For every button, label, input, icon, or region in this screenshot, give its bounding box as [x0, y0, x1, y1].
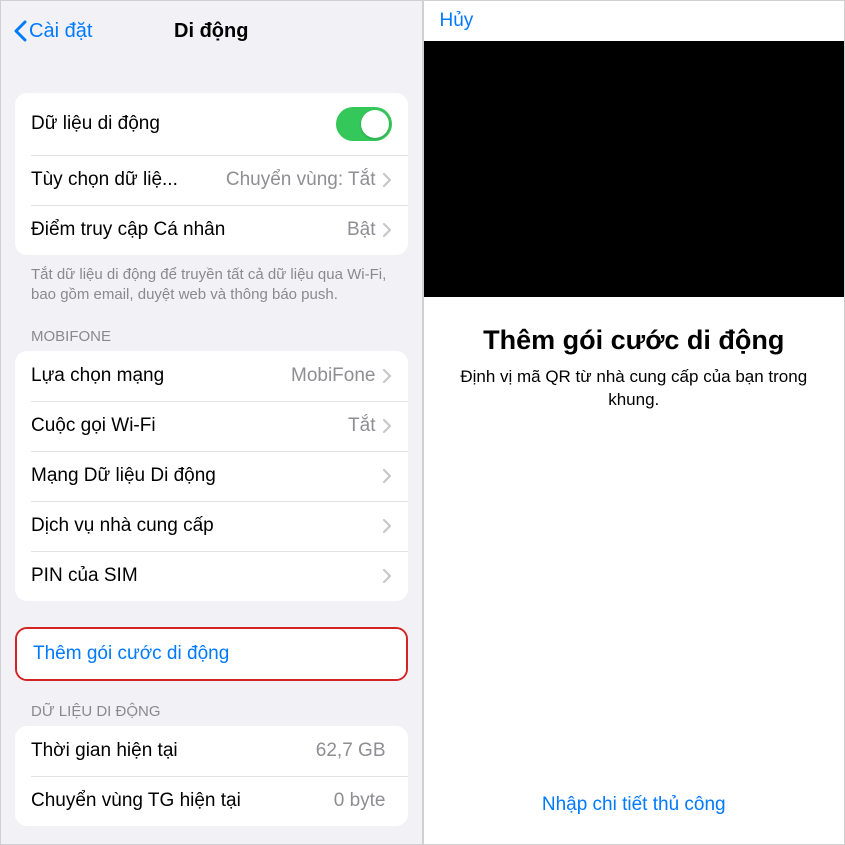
group-data-usage: Thời gian hiện tại 62,7 GB Chuyển vùng T…	[15, 726, 408, 826]
row-label: Cuộc gọi Wi-Fi	[31, 415, 348, 437]
row-data-options[interactable]: Tùy chọn dữ liệ... Chuyển vùng: Tắt	[15, 155, 408, 205]
section-header-data-usage: DỮ LIỆU DI ĐỘNG	[15, 681, 408, 726]
chevron-right-icon	[382, 518, 392, 534]
settings-cellular-pane: Cài đặt Di động Dữ liệu di động Tùy chọn…	[0, 0, 423, 845]
row-label: Lựa chọn mạng	[31, 365, 291, 387]
chevron-right-icon	[382, 172, 392, 188]
group-footer-text: Tắt dữ liệu di động để truyền tất cả dữ …	[15, 255, 408, 306]
chevron-right-icon	[382, 468, 392, 484]
row-sim-pin[interactable]: PIN của SIM	[15, 551, 408, 601]
bottom-bar: Nhập chi tiết thủ công	[424, 794, 845, 816]
back-button[interactable]: Cài đặt	[13, 20, 92, 43]
row-mobile-data-network[interactable]: Mạng Dữ liệu Di động	[15, 451, 408, 501]
row-label: Thời gian hiện tại	[31, 740, 316, 762]
toggle-mobile-data[interactable]	[336, 107, 392, 141]
back-label: Cài đặt	[29, 20, 92, 43]
row-label: Chuyển vùng TG hiện tại	[31, 790, 334, 812]
row-value: Bật	[347, 219, 376, 241]
row-network-selection[interactable]: Lựa chọn mạng MobiFone	[15, 351, 408, 401]
row-label: PIN của SIM	[31, 565, 382, 587]
chevron-right-icon	[382, 222, 392, 238]
row-value: MobiFone	[291, 365, 376, 387]
add-plan-subtitle: Định vị mã QR từ nhà cung cấp của bạn tr…	[424, 366, 845, 412]
nav-header: Cài đặt Di động	[1, 1, 422, 57]
row-label: Dữ liệu di động	[31, 113, 336, 135]
qr-camera-view	[424, 41, 845, 297]
top-bar: Hủy	[424, 1, 845, 41]
row-wifi-calling[interactable]: Cuộc gọi Wi-Fi Tắt	[15, 401, 408, 451]
group-mobile-data: Dữ liệu di động Tùy chọn dữ liệ... Chuyể…	[15, 93, 408, 255]
chevron-left-icon	[13, 20, 27, 42]
chevron-right-icon	[382, 418, 392, 434]
row-roaming-period[interactable]: Chuyển vùng TG hiện tại 0 byte	[15, 776, 408, 826]
row-value: 62,7 GB	[316, 740, 386, 762]
section-header-carrier: MOBIFONE	[15, 306, 408, 351]
settings-content: Dữ liệu di động Tùy chọn dữ liệ... Chuyể…	[1, 57, 422, 844]
row-add-cellular-plan[interactable]: Thêm gói cước di động	[17, 629, 406, 679]
row-value: Tắt	[348, 415, 375, 437]
cancel-button[interactable]: Hủy	[440, 10, 474, 32]
add-plan-link: Thêm gói cước di động	[33, 643, 390, 665]
row-label: Dịch vụ nhà cung cấp	[31, 515, 382, 537]
group-carrier: Lựa chọn mạng MobiFone Cuộc gọi Wi-Fi Tắ…	[15, 351, 408, 601]
row-mobile-data[interactable]: Dữ liệu di động	[15, 93, 408, 155]
chevron-right-icon	[382, 368, 392, 384]
add-plan-pane: Hủy Thêm gói cước di động Định vị mã QR …	[423, 0, 845, 845]
row-personal-hotspot[interactable]: Điểm truy cập Cá nhân Bật	[15, 205, 408, 255]
row-carrier-services[interactable]: Dịch vụ nhà cung cấp	[15, 501, 408, 551]
row-value: Chuyển vùng: Tắt	[226, 169, 376, 191]
enter-manually-button[interactable]: Nhập chi tiết thủ công	[542, 794, 726, 815]
add-plan-title: Thêm gói cước di động	[424, 325, 845, 356]
row-label: Điểm truy cập Cá nhân	[31, 219, 347, 241]
row-label: Tùy chọn dữ liệ...	[31, 169, 226, 191]
chevron-right-icon	[382, 568, 392, 584]
row-current-period[interactable]: Thời gian hiện tại 62,7 GB	[15, 726, 408, 776]
row-value: 0 byte	[334, 790, 386, 812]
group-add-plan: Thêm gói cước di động	[17, 629, 406, 679]
highlight-add-plan: Thêm gói cước di động	[15, 627, 408, 681]
row-label: Mạng Dữ liệu Di động	[31, 465, 382, 487]
